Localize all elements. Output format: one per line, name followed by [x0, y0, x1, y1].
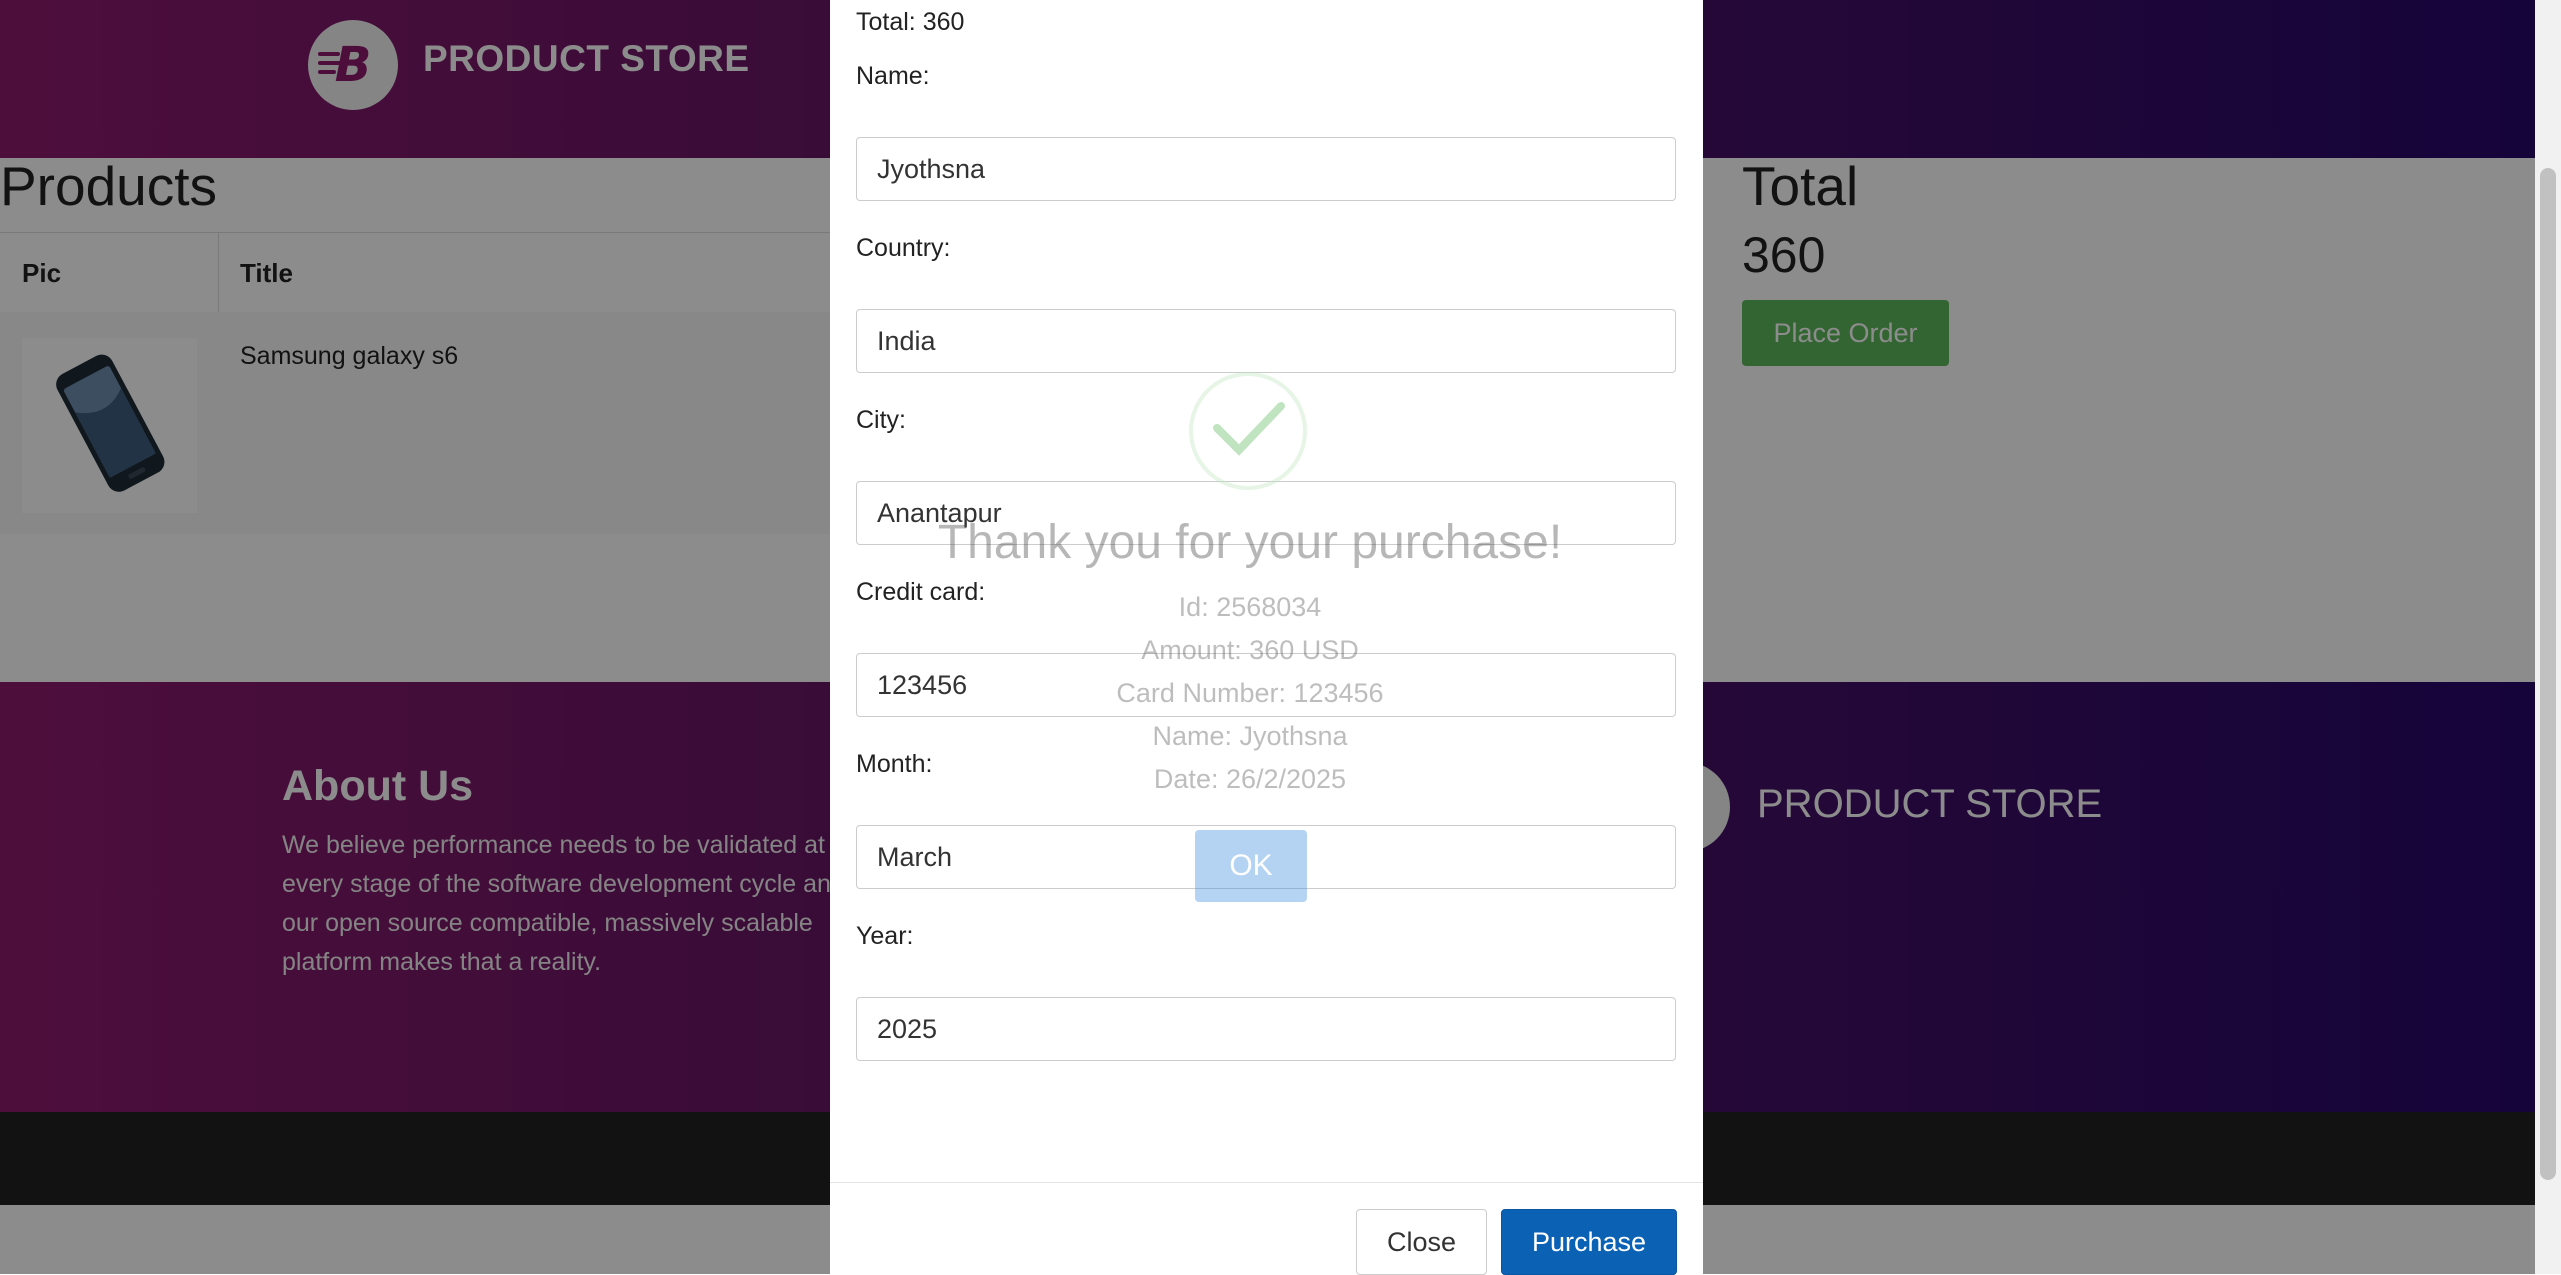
- purchase-button[interactable]: Purchase: [1501, 1209, 1677, 1275]
- year-label: Year:: [856, 922, 914, 950]
- confirmation-date: Date: 26/2/2025: [1153, 764, 1347, 794]
- country-label: Country:: [856, 234, 951, 262]
- close-button[interactable]: Close: [1356, 1209, 1487, 1275]
- ok-button[interactable]: OK: [1195, 830, 1307, 902]
- name-input[interactable]: [856, 137, 1676, 201]
- confirmation-card-number: Card Number: 123456: [1116, 678, 1384, 708]
- confirmation-title: Thank you for your purchase!: [937, 516, 1563, 569]
- city-label: City:: [856, 406, 906, 434]
- modal-footer-divider: [830, 1182, 1703, 1183]
- confirmation-id: Id: 2568034: [1178, 592, 1322, 622]
- purchase-confirmation-alert: Thank you for your purchase! Id: 2568034…: [930, 360, 1570, 920]
- confirmation-name: Name: Jyothsna: [1152, 721, 1348, 751]
- name-label: Name:: [856, 62, 930, 90]
- month-label: Month:: [856, 750, 933, 778]
- order-total-label: Total: 360: [856, 8, 965, 36]
- confirmation-amount: Amount: 360 USD: [1141, 635, 1359, 665]
- scrollbar-thumb[interactable]: [2540, 168, 2556, 1180]
- year-input[interactable]: [856, 997, 1676, 1061]
- checkmark-icon: [1189, 372, 1307, 490]
